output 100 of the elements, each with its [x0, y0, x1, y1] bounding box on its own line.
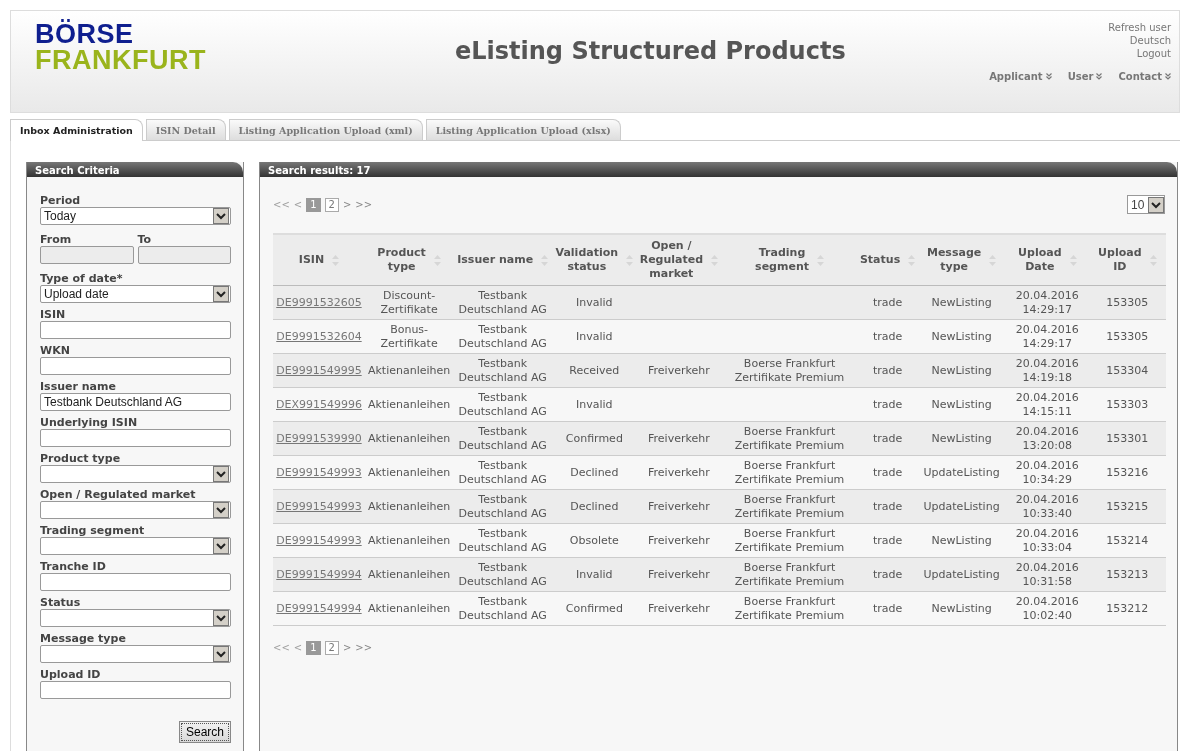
field-label: Trading segment — [40, 524, 146, 537]
column-header[interactable]: Status — [859, 253, 901, 267]
header-menu[interactable]: Applicant — [989, 69, 1052, 84]
page-link[interactable]: 1 — [306, 640, 321, 655]
table-cell: trade — [872, 295, 903, 309]
select-field[interactable] — [40, 537, 231, 555]
table-cell: Declined — [570, 499, 619, 513]
field-label: Underlying ISIN — [40, 416, 139, 429]
isin-link[interactable]: DE9991549993 — [276, 465, 362, 479]
table-cell: NewListing — [931, 397, 992, 411]
table-cell: 20.04.2016 10:31:58 — [1015, 560, 1079, 588]
table-cell: Boerse Frankfurt Zertifikate Premium — [734, 424, 845, 452]
table-cell: Testbank Deutschland AG — [458, 492, 547, 520]
chevron-down-icon — [1165, 73, 1171, 80]
next-page-link[interactable]: > — [342, 197, 352, 212]
input-field[interactable] — [40, 357, 231, 375]
next-page-link[interactable]: > — [342, 640, 352, 655]
table-cell: Boerse Frankfurt Zertifikate Premium — [734, 560, 845, 588]
table-cell: 153214 — [1106, 533, 1149, 547]
table-cell: 153216 — [1106, 465, 1149, 479]
table-cell: Testbank Deutschland AG — [458, 560, 547, 588]
table-cell: UpdateListing — [923, 465, 1000, 479]
table-cell: NewListing — [931, 329, 992, 343]
page-size-select[interactable]: 10 — [1127, 195, 1165, 214]
table-cell: Invalid — [576, 567, 613, 581]
table-cell: 153213 — [1106, 567, 1149, 581]
select-field[interactable] — [40, 645, 231, 663]
select-field[interactable]: Today — [40, 207, 231, 225]
table-cell: Testbank Deutschland AG — [458, 594, 547, 622]
date-field[interactable] — [137, 246, 231, 264]
isin-link[interactable]: DEX991549996 — [276, 397, 362, 411]
table-cell: 153303 — [1106, 397, 1149, 411]
tab[interactable]: ISIN Detail — [145, 119, 226, 140]
table-cell: Aktienanleihen — [367, 431, 451, 445]
field-label: Upload ID — [40, 668, 102, 681]
panel-title: Search Criteria — [27, 162, 243, 177]
table-cell: 20.04.2016 10:02:40 — [1015, 594, 1079, 622]
input-field[interactable] — [40, 321, 231, 339]
table-cell: UpdateListing — [923, 567, 1000, 581]
table-cell: trade — [872, 431, 903, 445]
field-label: ISIN — [40, 308, 67, 321]
table-cell: Bonus- Zertifikate — [380, 322, 438, 350]
page-link[interactable]: 2 — [324, 640, 339, 655]
select-field[interactable] — [40, 465, 231, 483]
field-label: WKN — [40, 344, 71, 357]
table-cell: trade — [872, 499, 903, 513]
first-page-link[interactable]: << — [273, 640, 290, 655]
table-cell: 20.04.2016 14:19:18 — [1015, 356, 1079, 384]
input-field[interactable] — [40, 573, 231, 591]
table-cell: Received — [569, 363, 620, 377]
table-cell: Aktienanleihen — [367, 533, 451, 547]
input-field[interactable] — [40, 429, 231, 447]
page-link[interactable]: 2 — [324, 197, 339, 212]
table-cell: Freiverkehr — [648, 533, 710, 547]
table-cell: Testbank Deutschland AG — [458, 390, 547, 418]
date-field[interactable] — [40, 246, 134, 264]
search-button[interactable]: Search — [178, 721, 231, 743]
table-cell: Testbank Deutschland AG — [458, 356, 547, 384]
table-cell: NewListing — [931, 601, 992, 615]
field-label: Period — [40, 194, 82, 207]
table-cell: 153301 — [1106, 431, 1149, 445]
header-link[interactable]: Deutsch — [1129, 34, 1171, 47]
table-cell: NewListing — [931, 363, 992, 377]
logo-text: FRANKFURT — [35, 47, 207, 73]
tab[interactable]: Inbox Administration — [10, 119, 143, 141]
input-field[interactable]: Testbank Deutschland AG — [40, 393, 231, 411]
table-cell: Discount- Zertifikate — [380, 288, 438, 316]
header-menu[interactable]: Contact — [1118, 69, 1171, 84]
select-field[interactable] — [40, 501, 231, 519]
isin-link[interactable]: DE9991549994 — [276, 601, 362, 615]
table-cell: Aktienanleihen — [367, 363, 451, 377]
isin-link[interactable]: DE9991549993 — [276, 533, 362, 547]
table-cell: 153304 — [1106, 363, 1149, 377]
tab[interactable]: Listing Application Upload (xml) — [228, 119, 423, 140]
table-cell: Testbank Deutschland AG — [458, 322, 547, 350]
table-cell: 153305 — [1106, 295, 1149, 309]
table-cell: Freiverkehr — [648, 363, 710, 377]
page-link[interactable]: 1 — [306, 197, 321, 212]
table-cell: Confirmed — [565, 431, 623, 445]
field-label: Status — [40, 596, 82, 609]
field-label: Open / Regulated market — [40, 488, 197, 501]
table-cell: Boerse Frankfurt Zertifikate Premium — [734, 594, 845, 622]
tab[interactable]: Listing Application Upload (xlsx) — [425, 119, 621, 140]
isin-link[interactable]: DE9991532604 — [276, 329, 362, 343]
header-link[interactable]: Refresh user — [1108, 21, 1171, 34]
last-page-link[interactable]: >> — [355, 640, 373, 655]
chevron-down-icon — [1045, 73, 1052, 80]
column-header[interactable]: ISIN — [298, 253, 325, 267]
header-menu[interactable]: User — [1067, 69, 1103, 84]
table-cell: Testbank Deutschland AG — [458, 458, 547, 486]
last-page-link[interactable]: >> — [355, 197, 373, 212]
logo-text: BÖRSE — [35, 21, 135, 47]
field-label: Tranche ID — [40, 560, 107, 573]
select-field[interactable]: Upload date — [40, 285, 231, 303]
first-page-link[interactable]: << — [273, 197, 290, 212]
select-field[interactable] — [40, 609, 231, 627]
header-link[interactable]: Logout — [1136, 47, 1171, 60]
field-label: Issuer name — [40, 380, 117, 393]
table-cell: 153215 — [1106, 499, 1149, 513]
input-field[interactable] — [40, 681, 231, 699]
